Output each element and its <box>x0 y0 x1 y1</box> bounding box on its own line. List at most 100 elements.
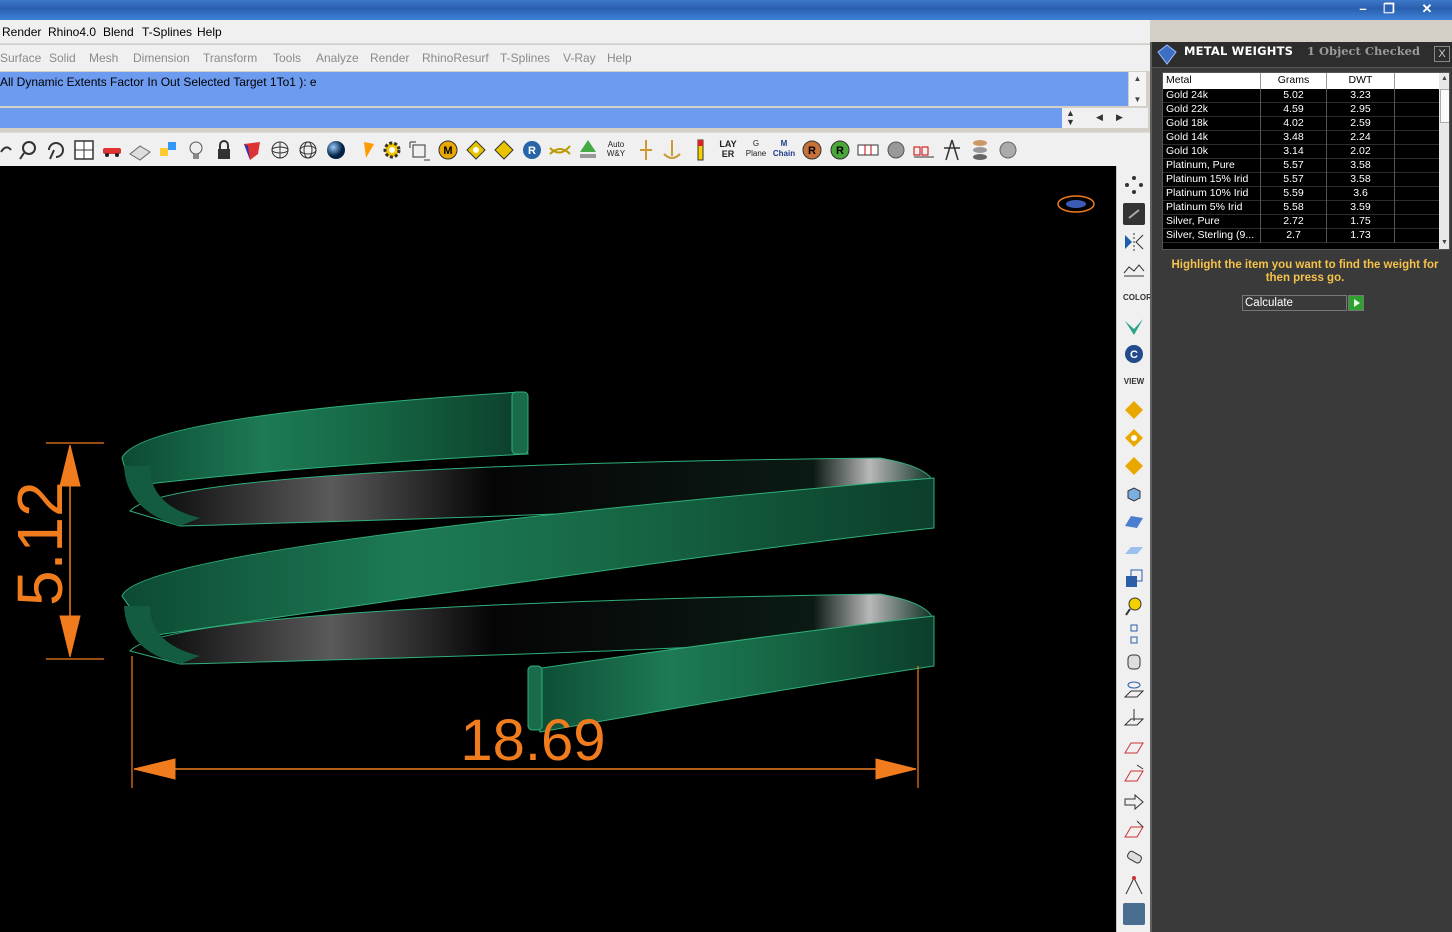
grid-arrow-icon[interactable] <box>1123 763 1145 785</box>
panel-close-button[interactable]: X <box>1434 46 1450 62</box>
col-grams[interactable]: Grams <box>1261 73 1327 89</box>
table-row[interactable]: Platinum, Pure 5.57 3.58 <box>1163 159 1441 173</box>
rotate-icon[interactable] <box>0 138 12 162</box>
car-icon[interactable] <box>100 138 124 162</box>
eraser-icon[interactable] <box>1123 847 1145 869</box>
flow-icon[interactable] <box>548 138 572 162</box>
scroll-up-icon[interactable]: ▲ <box>1129 74 1146 83</box>
scroll-left-icon[interactable]: ◀ <box>1096 112 1103 123</box>
move-icon[interactable] <box>156 138 180 162</box>
dark-viewport-icon[interactable] <box>1123 203 1145 225</box>
plane-icon[interactable] <box>1123 511 1145 533</box>
table-row[interactable]: Silver, Pure 2.72 1.75 <box>1163 215 1441 229</box>
scale-icon[interactable] <box>408 138 432 162</box>
menu-tsplines[interactable]: T-Splines <box>142 25 192 39</box>
pin-icon[interactable] <box>634 138 658 162</box>
table-row[interactable]: Gold 14k 3.48 2.24 <box>1163 131 1441 145</box>
tag-f-icon[interactable] <box>492 138 516 162</box>
arrow-right-icon[interactable] <box>1123 791 1145 813</box>
bars-icon[interactable] <box>912 138 936 162</box>
table-scrollbar[interactable]: ▲ ▼ <box>1439 73 1449 249</box>
scroll-down-icon[interactable]: ▼ <box>1129 95 1146 104</box>
tab-mesh[interactable]: Mesh <box>89 51 118 65</box>
calculate-dropdown[interactable]: Calculate <box>1242 295 1347 311</box>
metal-table[interactable]: Metal Grams DWT Gold 24k 5.02 3.23 Gold 22k… <box>1162 72 1450 250</box>
table-row[interactable]: Gold 22k 4.59 2.95 <box>1163 103 1441 117</box>
tab-tsplines[interactable]: T-Splines <box>500 51 550 65</box>
o-tag-icon[interactable] <box>1123 427 1145 449</box>
grid-pen-icon[interactable] <box>1123 819 1145 841</box>
table-row[interactable]: Silver, Sterling (9... 2.7 1.73 <box>1163 229 1441 243</box>
tag-ring-icon[interactable] <box>464 138 488 162</box>
maximize-button[interactable]: ❐ <box>1376 0 1402 18</box>
tab-vray[interactable]: V-Ray <box>563 51 596 65</box>
lightbulb-icon[interactable] <box>184 138 208 162</box>
terrain-icon[interactable] <box>1123 259 1145 281</box>
map-icon[interactable] <box>1123 903 1145 925</box>
view-icon[interactable]: VIEW <box>1123 371 1145 393</box>
squares-icon[interactable] <box>1123 567 1145 589</box>
lock-icon[interactable] <box>212 138 236 162</box>
tower-icon[interactable] <box>940 138 964 162</box>
table-row[interactable]: Gold 24k 5.02 3.23 <box>1163 89 1441 103</box>
view-widget-icon[interactable] <box>1057 195 1095 213</box>
menu-help[interactable]: Help <box>197 25 222 39</box>
magnifier-icon[interactable] <box>1123 595 1145 617</box>
grid-view-icon[interactable] <box>72 138 96 162</box>
anchor-icon[interactable] <box>660 138 684 162</box>
tab-surface[interactable]: Surface <box>0 51 41 65</box>
menu-render[interactable]: Render <box>2 25 41 39</box>
scroll-down-arrow-icon[interactable]: ▼ <box>1441 239 1448 246</box>
tab-dimension[interactable]: Dimension <box>133 51 190 65</box>
perspective-viewport[interactable]: 5.12 18.69 <box>0 166 1116 932</box>
auto-wy-icon[interactable]: Auto W&Y <box>604 138 628 162</box>
grid-red-icon[interactable] <box>1123 735 1145 757</box>
grid-plane-icon[interactable] <box>128 138 152 162</box>
tree-icon[interactable] <box>576 138 600 162</box>
bird-icon[interactable] <box>1123 315 1145 337</box>
mirror-icon[interactable] <box>1123 231 1145 253</box>
table-row[interactable]: Platinum 10% Irid 5.59 3.6 <box>1163 187 1441 201</box>
m-gold-icon[interactable]: M <box>436 138 460 162</box>
chain-icon[interactable] <box>1123 623 1145 645</box>
m-tag-icon[interactable] <box>1123 399 1145 421</box>
r-red-icon[interactable]: R <box>800 138 824 162</box>
tab-transform[interactable]: Transform <box>203 51 257 65</box>
stack-icon[interactable] <box>968 138 992 162</box>
table-row[interactable]: Gold 18k 4.02 2.59 <box>1163 117 1441 131</box>
zoom-icon[interactable] <box>17 138 41 162</box>
shield-icon[interactable] <box>240 138 264 162</box>
gplane-icon[interactable]: G Plane <box>744 138 768 162</box>
r-blue-icon[interactable]: R <box>520 138 544 162</box>
layer-icon[interactable]: LAY ER <box>716 138 740 162</box>
menu-rhino4[interactable]: Rhino4.0 <box>48 25 96 39</box>
table-row[interactable]: Platinum 15% Irid 5.57 3.58 <box>1163 173 1441 187</box>
gear-icon[interactable] <box>380 138 404 162</box>
tab-solid[interactable]: Solid <box>49 51 76 65</box>
points-icon[interactable] <box>1123 174 1145 196</box>
col-metal[interactable]: Metal <box>1163 73 1261 89</box>
spin-down-icon[interactable]: ▼ <box>1066 117 1075 127</box>
pin-plane-icon[interactable] <box>1123 707 1145 729</box>
color-icon[interactable]: COLOR <box>1123 287 1152 309</box>
command-input[interactable] <box>0 108 1062 128</box>
ruler-icon[interactable] <box>688 138 712 162</box>
table-icon[interactable] <box>856 138 880 162</box>
table-row[interactable]: Gold 10k 3.14 2.02 <box>1163 145 1441 159</box>
mchain-icon[interactable]: M Chain <box>772 138 796 162</box>
command-scrollbar[interactable]: ▲ ▼ <box>1128 72 1146 106</box>
col-dwt[interactable]: DWT <box>1327 73 1395 89</box>
minimize-button[interactable]: – <box>1350 0 1376 18</box>
tab-rhinoresurf[interactable]: RhinoResurf <box>422 51 489 65</box>
r-green-icon[interactable]: R <box>828 138 852 162</box>
tab-analyze[interactable]: Analyze <box>316 51 359 65</box>
face-icon[interactable] <box>1123 651 1145 673</box>
c-circle-icon[interactable]: C <box>1123 343 1145 365</box>
table-row[interactable]: Platinum 5% Irid 5.58 3.59 <box>1163 201 1441 215</box>
rotate-view-icon[interactable] <box>44 138 68 162</box>
tab-render[interactable]: Render <box>370 51 409 65</box>
tab-tools[interactable]: Tools <box>273 51 301 65</box>
sphere-wire-icon[interactable] <box>268 138 292 162</box>
eye-plane-icon[interactable] <box>1123 679 1145 701</box>
go-button[interactable] <box>1348 295 1364 311</box>
